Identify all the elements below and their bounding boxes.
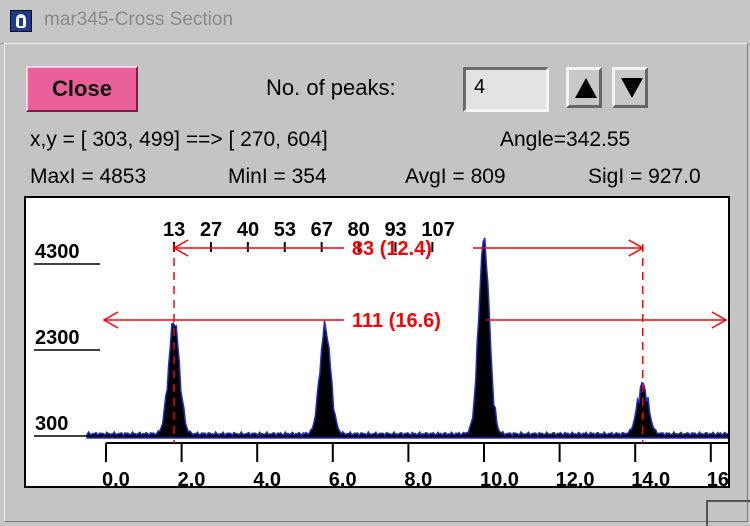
decrement-button[interactable] bbox=[612, 67, 648, 108]
x-tick-label: 6.0 bbox=[329, 469, 357, 488]
min-intensity: MinI = 354 bbox=[228, 165, 327, 188]
y-tick-label: 300 bbox=[35, 413, 68, 435]
top-tick-label: 40 bbox=[237, 219, 259, 241]
peaks-label: No. of peaks: bbox=[266, 75, 396, 100]
top-tick-label: 27 bbox=[200, 219, 222, 241]
resize-corner[interactable] bbox=[706, 500, 750, 526]
top-tick-label: 53 bbox=[274, 219, 296, 241]
window-title: mar345-Cross Section bbox=[44, 9, 234, 30]
avg-intensity: AvgI = 809 bbox=[405, 165, 506, 188]
cross-section-plot[interactable]: 4300 2300 300 0.0 2.0 4.0 6.0 8.0 10.0 12.0 14.0 16… bbox=[24, 196, 730, 488]
app-icon bbox=[10, 10, 32, 32]
close-button[interactable]: Close bbox=[26, 66, 138, 112]
sig-intensity: SigI = 927.0 bbox=[588, 165, 701, 188]
signal-area bbox=[86, 237, 728, 439]
x-tick-label: 8.0 bbox=[404, 469, 432, 488]
y-tick-label: 2300 bbox=[35, 327, 80, 349]
increment-button[interactable] bbox=[566, 67, 602, 108]
plot-canvas: 4300 2300 300 0.0 2.0 4.0 6.0 8.0 10.0 12.0 14.0 16… bbox=[34, 219, 730, 488]
peaks-input[interactable]: 4 bbox=[463, 67, 549, 112]
coords-readout: x,y = [ 303, 499] ==> [ 270, 604] bbox=[30, 128, 328, 151]
top-tick-label: 67 bbox=[311, 219, 333, 241]
y-tick-label: 4300 bbox=[35, 241, 80, 263]
title-bar: mar345-Cross Section bbox=[0, 0, 750, 44]
x-tick-label: 16.0 bbox=[707, 469, 730, 488]
max-intensity: MaxI = 4853 bbox=[30, 165, 147, 188]
triangle-up-icon bbox=[575, 78, 597, 98]
triangle-down-icon bbox=[621, 78, 643, 98]
top-tick-label: 13 bbox=[163, 219, 185, 241]
span-annotation-label: 111 (16.6) bbox=[352, 310, 441, 332]
x-tick-label: 4.0 bbox=[253, 469, 281, 488]
distance-annotation-label: 83 (12.4) bbox=[352, 238, 432, 260]
x-tick-label: 12.0 bbox=[556, 469, 595, 488]
x-tick-label: 14.0 bbox=[631, 469, 670, 488]
angle-readout: Angle=342.55 bbox=[500, 128, 631, 151]
x-tick-label: 10.0 bbox=[480, 469, 519, 488]
x-tick-label: 2.0 bbox=[178, 469, 206, 488]
x-tick-label: 0.0 bbox=[102, 469, 130, 488]
